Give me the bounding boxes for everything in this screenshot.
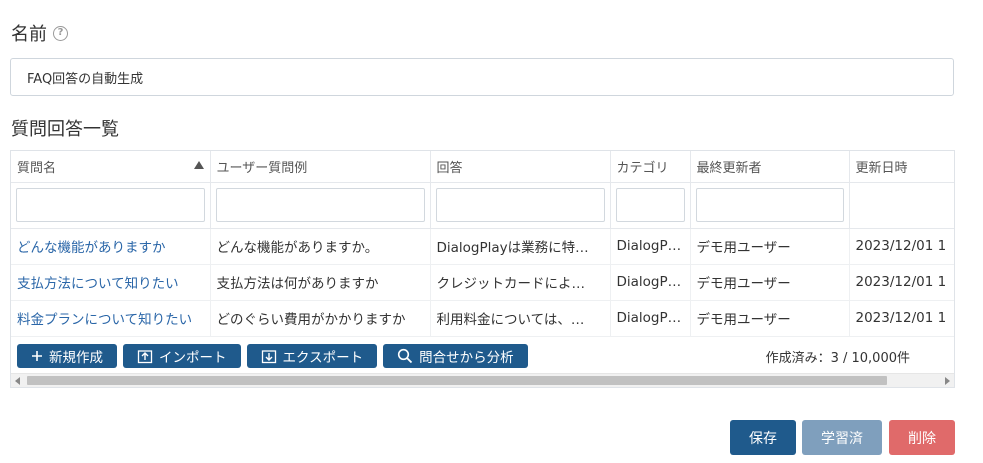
table-row[interactable]: 料金プランについて知りたい どのぐらい費用がかかりますか 利用料金については、……	[11, 300, 954, 337]
sort-asc-icon	[193, 161, 204, 169]
answer-cell: クレジットカードによ…	[430, 264, 611, 301]
user-example-cell: どのぐらい費用がかかりますか	[210, 300, 431, 337]
column-header-updated-at[interactable]: 更新日時	[849, 151, 954, 183]
scroll-right-icon[interactable]	[945, 377, 950, 385]
filter-input-answer[interactable]	[435, 188, 605, 222]
category-cell: DialogP…	[610, 264, 691, 301]
last-updater-cell: デモ用ユーザー	[690, 300, 850, 337]
name-label-text: 名前	[11, 24, 47, 45]
question-name-link[interactable]: 支払方法について知りたい	[11, 264, 211, 301]
filter-input-last-updater[interactable]	[695, 188, 844, 222]
new-button[interactable]: 新規作成	[17, 344, 117, 368]
column-header-last-updater[interactable]: 最終更新者	[690, 151, 850, 183]
export-button-label: エクスポート	[282, 350, 364, 366]
export-icon	[261, 348, 277, 364]
category-cell: DialogP…	[610, 228, 691, 265]
category-cell: DialogP…	[610, 300, 691, 337]
filter-input-question-name[interactable]	[16, 188, 205, 222]
new-button-label: 新規作成	[49, 350, 103, 366]
updated-at-cell: 2023/12/01 1	[849, 228, 954, 265]
qa-table: 質問名 ユーザー質問例 回答 カテゴリ 最終更新者 更新日時 どんな機能がありま…	[10, 150, 955, 388]
user-example-cell: 支払方法は何がありますか	[210, 264, 431, 301]
import-icon	[137, 348, 153, 364]
horizontal-scrollbar[interactable]	[11, 373, 954, 387]
created-count: 作成済み：3 / 10,000件	[765, 351, 910, 366]
import-button-label: インポート	[159, 350, 227, 366]
filter-input-user-example[interactable]	[215, 188, 425, 222]
export-button[interactable]: エクスポート	[246, 344, 378, 368]
column-header-user-example[interactable]: ユーザー質問例	[210, 151, 431, 183]
column-header-question-name[interactable]: 質問名	[11, 151, 211, 183]
column-header-category[interactable]: カテゴリ	[610, 151, 691, 183]
analyze-button[interactable]: 問合せから分析	[383, 344, 528, 368]
column-header-answer[interactable]: 回答	[430, 151, 611, 183]
scroll-left-icon[interactable]	[15, 377, 20, 385]
learned-button[interactable]: 学習済	[802, 420, 882, 455]
save-button[interactable]: 保存	[730, 420, 796, 455]
help-icon[interactable]: ?	[53, 25, 68, 41]
updated-at-cell: 2023/12/01 1	[849, 300, 954, 337]
import-button[interactable]: インポート	[123, 344, 241, 368]
question-name-link[interactable]: どんな機能がありますか	[11, 228, 211, 265]
answer-cell: DialogPlayは業務に特…	[430, 228, 611, 265]
updated-at-cell: 2023/12/01 1	[849, 264, 954, 301]
search-icon	[397, 348, 413, 364]
scrollbar-thumb[interactable]	[27, 376, 887, 385]
last-updater-cell: デモ用ユーザー	[690, 264, 850, 301]
header-row: 質問名 ユーザー質問例 回答 カテゴリ 最終更新者 更新日時	[11, 151, 954, 183]
delete-button[interactable]: 削除	[889, 420, 955, 455]
section-title: 質問回答一覧	[11, 119, 119, 140]
table-row[interactable]: どんな機能がありますか どんな機能がありますか。 DialogPlayは業務に特…	[11, 228, 954, 265]
last-updater-cell: デモ用ユーザー	[690, 228, 850, 265]
table-row[interactable]: 支払方法について知りたい 支払方法は何がありますか クレジットカードによ… Di…	[11, 264, 954, 301]
answer-cell: 利用料金については、…	[430, 300, 611, 337]
question-name-link[interactable]: 料金プランについて知りたい	[11, 300, 211, 337]
analyze-button-label: 問合せから分析	[419, 350, 514, 366]
name-label: 名前 ?	[11, 20, 68, 46]
filter-row	[11, 182, 954, 229]
table-toolbar: 新規作成 インポート エクスポート 問合せから分析 作成済み：3 / 10,00…	[11, 341, 954, 371]
plus-icon	[31, 350, 43, 362]
name-input[interactable]	[10, 58, 954, 96]
user-example-cell: どんな機能がありますか。	[210, 228, 431, 265]
filter-input-category[interactable]	[615, 188, 685, 222]
